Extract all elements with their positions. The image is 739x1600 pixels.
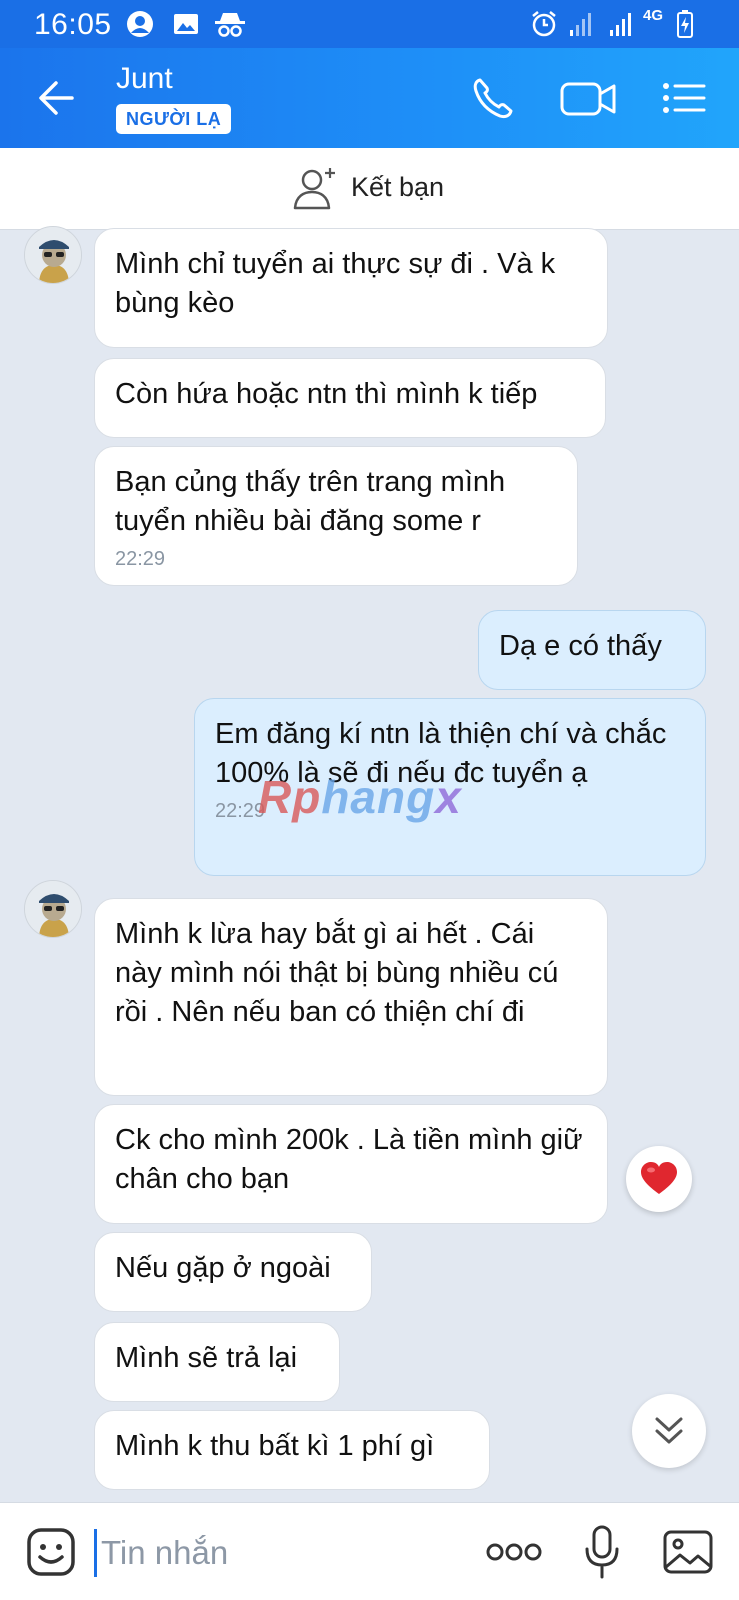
contact-name[interactable]: Junt bbox=[116, 62, 173, 96]
message-timestamp: 22:29 bbox=[115, 548, 166, 570]
back-arrow-icon[interactable] bbox=[32, 72, 84, 124]
alarm-icon bbox=[532, 11, 556, 37]
network-4g-icon: 4G bbox=[643, 7, 664, 24]
message-bubble-incoming[interactable]: Mình chỉ tuyển ai thực sự đi . Và k bùng… bbox=[94, 228, 608, 348]
incognito-icon bbox=[215, 13, 245, 37]
add-friend-icon bbox=[293, 168, 335, 210]
message-bubble-incoming[interactable]: Bạn củng thấy trên trang mình tuyển nhiề… bbox=[94, 446, 578, 586]
message-text: Mình k thu bất kì 1 phí gì bbox=[115, 1430, 435, 1462]
message-bubble-incoming[interactable]: Nếu gặp ở ngoài bbox=[94, 1232, 372, 1312]
status-time: 16:05 bbox=[34, 8, 112, 41]
watermark: Rphangx bbox=[258, 770, 462, 824]
add-friend-label: Kết bạn bbox=[351, 172, 445, 202]
watermark-part: hang bbox=[321, 771, 436, 823]
message-bubble-outgoing[interactable]: Dạ e có thấy bbox=[478, 610, 706, 690]
image-icon[interactable] bbox=[662, 1529, 714, 1575]
message-bubble-incoming[interactable]: Còn hứa hoặc ntn thì mình k tiếp bbox=[94, 358, 606, 438]
double-chevron-down-icon bbox=[655, 1417, 683, 1444]
message-input[interactable] bbox=[94, 1529, 454, 1577]
gallery-icon bbox=[174, 14, 198, 34]
message-bubble-incoming[interactable]: Mình k thu bất kì 1 phí gì bbox=[94, 1410, 490, 1490]
message-text: Ck cho mình 200k . Là tiền mình giữ chân… bbox=[115, 1124, 583, 1195]
cat-avatar-icon bbox=[25, 881, 81, 937]
message-text: Bạn củng thấy trên trang mình tuyển nhiề… bbox=[115, 466, 506, 537]
battery-charging-icon bbox=[677, 10, 693, 38]
video-call-icon[interactable] bbox=[558, 72, 620, 124]
message-text: Nếu gặp ở ngoài bbox=[115, 1252, 331, 1284]
status-bar: 16:05 4G bbox=[0, 0, 739, 48]
stranger-badge: NGƯỜI LẠ bbox=[116, 104, 232, 134]
heart-icon bbox=[641, 1162, 677, 1194]
watermark-part: x bbox=[435, 771, 462, 823]
message-text: Mình sẽ trả lại bbox=[115, 1342, 298, 1374]
message-text: Mình k lừa hay bắt gì ai hết . Cái này m… bbox=[115, 918, 559, 1028]
signal-icon bbox=[570, 13, 591, 36]
message-input-bar bbox=[0, 1502, 739, 1600]
cat-avatar-icon bbox=[25, 227, 81, 283]
signal-icon bbox=[610, 13, 631, 36]
watermark-part: Rp bbox=[258, 771, 322, 823]
chat-header: Junt NGƯỜI LẠ bbox=[0, 48, 739, 148]
message-text: Mình chỉ tuyển ai thực sự đi . Và k bùng… bbox=[115, 248, 556, 319]
more-options-icon[interactable] bbox=[486, 1541, 542, 1563]
sticker-icon[interactable] bbox=[26, 1527, 76, 1577]
message-text: Còn hứa hoặc ntn thì mình k tiếp bbox=[115, 378, 538, 410]
scroll-to-bottom-button[interactable] bbox=[632, 1394, 706, 1468]
message-bubble-incoming[interactable]: Mình k lừa hay bắt gì ai hết . Cái này m… bbox=[94, 898, 608, 1096]
message-bubble-incoming[interactable]: Ck cho mình 200k . Là tiền mình giữ chân… bbox=[94, 1104, 608, 1224]
avatar[interactable] bbox=[24, 226, 82, 284]
message-bubble-incoming[interactable]: Mình sẽ trả lại bbox=[94, 1322, 340, 1402]
reaction-badge[interactable] bbox=[626, 1146, 692, 1212]
menu-list-icon[interactable] bbox=[660, 72, 708, 124]
message-text: Dạ e có thấy bbox=[499, 630, 662, 662]
avatar-notification-icon bbox=[127, 11, 153, 37]
phone-icon[interactable] bbox=[466, 72, 522, 124]
add-friend-bar[interactable]: Kết bạn bbox=[0, 148, 739, 230]
microphone-icon[interactable] bbox=[584, 1525, 620, 1579]
avatar[interactable] bbox=[24, 880, 82, 938]
